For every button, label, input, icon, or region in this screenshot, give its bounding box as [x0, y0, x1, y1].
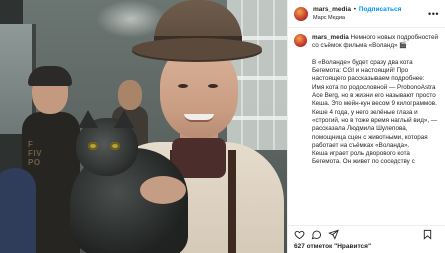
- caption-body: Немного новых подробностей со съёмок фил…: [312, 34, 439, 166]
- actor-eye-left: [178, 84, 188, 88]
- caption-username[interactable]: mars_media: [312, 34, 349, 41]
- post-photo[interactable]: F FIV PO: [0, 0, 287, 253]
- follow-button[interactable]: Подписаться: [359, 6, 402, 13]
- cat-ear-left: [78, 110, 98, 128]
- cat-eye-right: [110, 142, 120, 150]
- avatar[interactable]: [294, 6, 308, 21]
- post-sidebar: mars_media • Подписаться Марс Медиа ••• …: [287, 0, 445, 253]
- comment-icon[interactable]: [311, 229, 328, 240]
- username-link[interactable]: mars_media: [313, 6, 351, 13]
- foreground-person-sleeve: [0, 168, 36, 253]
- cat-eye-left: [88, 142, 98, 150]
- header-line: mars_media • Подписаться: [313, 5, 401, 14]
- cat-ear-right: [114, 110, 134, 128]
- actor-eye-right: [208, 84, 218, 88]
- likes-count[interactable]: 627 отметок "Нравится": [288, 242, 445, 253]
- caption-row: mars_media Немного новых подробностей со…: [294, 34, 439, 167]
- bookmark-icon[interactable]: [422, 229, 439, 240]
- more-horizontal-icon[interactable]: •••: [428, 9, 439, 19]
- action-bar: [288, 225, 445, 242]
- actor-suspender-right: [228, 150, 236, 253]
- header-text: mars_media • Подписаться Марс Медиа: [313, 5, 401, 23]
- location-link[interactable]: Марс Медиа: [313, 14, 401, 23]
- separator-dot: •: [353, 5, 357, 13]
- instagram-post: F FIV PO mars_media • Подписаться Марс М…: [0, 0, 445, 253]
- post-header: mars_media • Подписаться Марс Медиа •••: [288, 0, 445, 28]
- heart-icon[interactable]: [294, 229, 311, 240]
- avatar[interactable]: [294, 34, 307, 47]
- caption-text: mars_media Немного новых подробностей со…: [312, 34, 439, 167]
- caption-area[interactable]: mars_media Немного новых подробностей со…: [288, 28, 445, 225]
- actor-hand: [140, 176, 186, 204]
- share-icon[interactable]: [328, 229, 345, 240]
- fedora-brim: [132, 38, 262, 60]
- maine-coon-cat: [70, 110, 200, 253]
